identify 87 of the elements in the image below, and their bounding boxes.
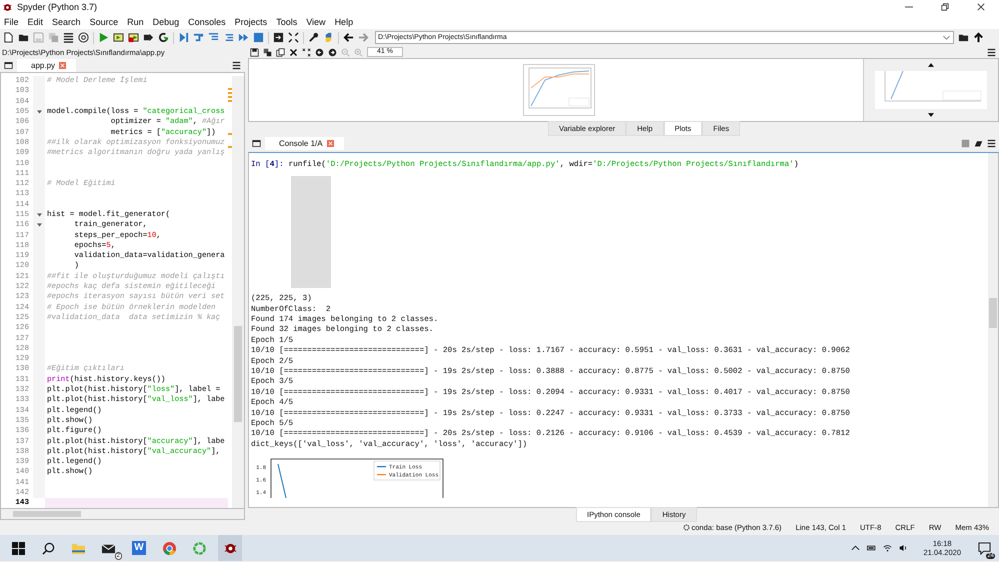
- previous-circle-icon[interactable]: [315, 48, 324, 56]
- up-arrow-icon[interactable]: [973, 32, 984, 43]
- run-icon[interactable]: [98, 32, 109, 43]
- step-return-icon[interactable]: [223, 32, 234, 43]
- menu-item[interactable]: Run: [127, 16, 144, 26]
- menu-item[interactable]: View: [306, 16, 326, 26]
- spyder-logo-icon: [3, 2, 12, 12]
- editor-tab[interactable]: app.py: [17, 58, 76, 72]
- menu-item[interactable]: Projects: [234, 16, 268, 26]
- continue-icon[interactable]: [238, 32, 249, 43]
- close-icon[interactable]: [977, 3, 985, 11]
- speech-bubble-icon[interactable]: [978, 542, 991, 554]
- vertical-scrollbar[interactable]: [988, 152, 998, 508]
- save-icon[interactable]: [250, 48, 259, 56]
- window-title: Spyder (Python 3.7): [17, 2, 98, 12]
- save-all-icon[interactable]: [263, 48, 272, 56]
- legend-box: [374, 460, 440, 480]
- flag-marker[interactable]: [228, 133, 232, 134]
- menu-item[interactable]: File: [4, 16, 19, 26]
- fold-arrow-icon[interactable]: [36, 213, 42, 217]
- debug-icon[interactable]: [178, 32, 189, 43]
- menu-item[interactable]: Tools: [276, 16, 298, 26]
- down-arrow-icon[interactable]: [928, 112, 934, 117]
- vertical-scrollbar[interactable]: [232, 76, 244, 508]
- app-icon[interactable]: W: [132, 541, 146, 555]
- menu-item[interactable]: Search: [52, 16, 81, 26]
- menu-icon[interactable]: [987, 139, 996, 148]
- back-arrow-icon[interactable]: [343, 32, 354, 43]
- rerun-icon[interactable]: [158, 32, 169, 43]
- caret-icon[interactable]: [943, 36, 950, 40]
- run-cell-icon[interactable]: [113, 32, 124, 43]
- python-icon[interactable]: [323, 32, 334, 43]
- windows-logo-icon[interactable]: [12, 542, 25, 554]
- menu-item[interactable]: Edit: [28, 16, 44, 26]
- spyder-logo-icon: [224, 542, 236, 554]
- menu-icon[interactable]: [987, 48, 996, 56]
- flag-marker[interactable]: [228, 88, 232, 90]
- wrench-icon[interactable]: [308, 32, 319, 43]
- flag-marker[interactable]: [228, 96, 232, 98]
- maximize-pane-icon[interactable]: [273, 32, 284, 43]
- flag-marker[interactable]: [228, 92, 232, 94]
- stop-icon[interactable]: [253, 32, 264, 43]
- step-into-icon[interactable]: [208, 32, 219, 43]
- plot-thumbnail-drawing[interactable]: [875, 70, 987, 109]
- menu-item[interactable]: Source: [90, 16, 118, 26]
- gear-icon: [682, 524, 690, 531]
- list-icon[interactable]: [63, 32, 74, 43]
- menu-item[interactable]: Debug: [152, 16, 180, 26]
- fullscreen-icon[interactable]: [288, 32, 299, 43]
- plot-line: [278, 464, 286, 498]
- menu-icon[interactable]: [232, 60, 241, 70]
- copy-icon[interactable]: [276, 48, 285, 56]
- plot-thumbnail-drawing[interactable]: [523, 64, 595, 116]
- restore-icon[interactable]: [941, 3, 949, 11]
- horizontal-scrollbar[interactable]: [0, 508, 245, 520]
- close-all-icon[interactable]: [302, 48, 311, 56]
- flag-marker[interactable]: [228, 100, 232, 102]
- caret-up-icon[interactable]: [851, 544, 860, 552]
- at-sign-icon[interactable]: [78, 32, 89, 43]
- fold-arrow-icon[interactable]: [36, 223, 42, 228]
- scrollbar-thumb[interactable]: [234, 326, 242, 422]
- taskbar-app-button[interactable]: [218, 535, 242, 561]
- console-tab[interactable]: Console 1/A: [265, 137, 344, 150]
- scrollbar-thumb[interactable]: [989, 298, 997, 328]
- next-circle-icon[interactable]: [328, 48, 337, 56]
- up-arrow-icon[interactable]: [928, 63, 934, 67]
- new-file-icon[interactable]: [3, 32, 14, 43]
- folder-icon[interactable]: [958, 32, 969, 43]
- run-selection-icon[interactable]: [143, 32, 154, 43]
- battery-icon[interactable]: [867, 544, 876, 552]
- fold-arrow-icon[interactable]: [36, 110, 42, 114]
- close-icon[interactable]: [289, 48, 298, 56]
- wifi-icon[interactable]: [883, 544, 892, 552]
- menu-item[interactable]: Consoles: [188, 16, 226, 26]
- speaker-icon[interactable]: [899, 544, 908, 552]
- envelope-icon[interactable]: [102, 542, 115, 554]
- step-icon[interactable]: [193, 32, 204, 43]
- browse-tabs-icon[interactable]: [4, 60, 13, 70]
- scrollbar-thumb[interactable]: [13, 511, 81, 517]
- flag-marker[interactable]: [228, 146, 232, 148]
- open-folder-icon[interactable]: [18, 32, 29, 43]
- browse-tabs-icon[interactable]: [252, 139, 261, 148]
- search-icon[interactable]: [42, 542, 55, 554]
- chrome-icon[interactable]: [163, 542, 176, 554]
- eraser-icon[interactable]: [974, 139, 983, 148]
- menu-item[interactable]: Help: [334, 16, 354, 26]
- run-cell-advance-icon[interactable]: [128, 32, 139, 43]
